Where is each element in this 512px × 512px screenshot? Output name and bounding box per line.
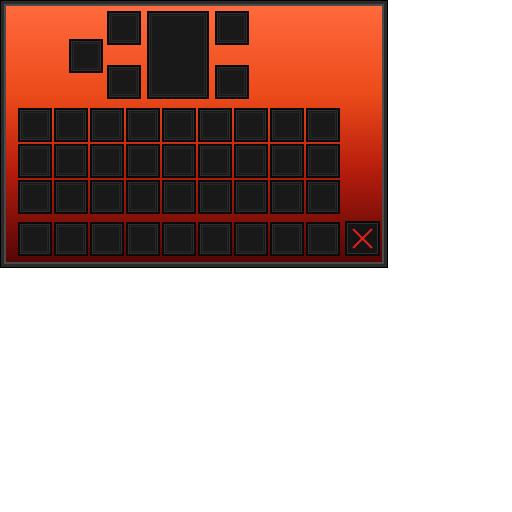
inventory-slot[interactable] [18,180,52,214]
inventory-slot[interactable] [270,144,304,178]
inventory-slot[interactable] [306,180,340,214]
inventory-slot[interactable] [198,108,232,142]
hotbar-slot[interactable] [90,222,124,256]
inventory-slot[interactable] [126,144,160,178]
equipment-slot-top-right[interactable] [215,11,249,45]
inventory-slot[interactable] [162,144,196,178]
inventory-slot[interactable] [306,144,340,178]
inventory-slot[interactable] [270,180,304,214]
inventory-slot[interactable] [198,144,232,178]
inventory-slot[interactable] [270,108,304,142]
inventory-slot[interactable] [306,108,340,142]
hotbar-slot[interactable] [270,222,304,256]
inventory-slot[interactable] [18,108,52,142]
hotbar-slot[interactable] [54,222,88,256]
close-icon [352,228,373,249]
inventory-window [0,0,388,268]
hotbar-slot[interactable] [306,222,340,256]
inventory-slot[interactable] [126,180,160,214]
inventory-slot[interactable] [126,108,160,142]
equipment-slot-bottom-right[interactable] [215,65,249,99]
inventory-slot[interactable] [18,144,52,178]
inventory-slot[interactable] [234,144,268,178]
hotbar-slot[interactable] [234,222,268,256]
inventory-slot[interactable] [234,180,268,214]
close-button[interactable] [345,221,380,256]
inventory-slot[interactable] [54,108,88,142]
inventory-slot[interactable] [198,180,232,214]
hotbar-slot[interactable] [126,222,160,256]
inventory-slot[interactable] [90,144,124,178]
inventory-slot[interactable] [54,180,88,214]
hotbar-slot[interactable] [18,222,52,256]
equipment-slot-top-left[interactable] [107,11,141,45]
inventory-slot[interactable] [90,108,124,142]
equipment-slot-offhand[interactable] [69,39,103,73]
inventory-slot[interactable] [54,144,88,178]
hotbar-slot[interactable] [162,222,196,256]
inventory-slot[interactable] [162,180,196,214]
inventory-slot[interactable] [234,108,268,142]
hotbar-slot[interactable] [198,222,232,256]
character-preview [147,11,209,99]
inventory-slot[interactable] [90,180,124,214]
equipment-slot-bottom-left[interactable] [107,65,141,99]
inventory-slot[interactable] [162,108,196,142]
